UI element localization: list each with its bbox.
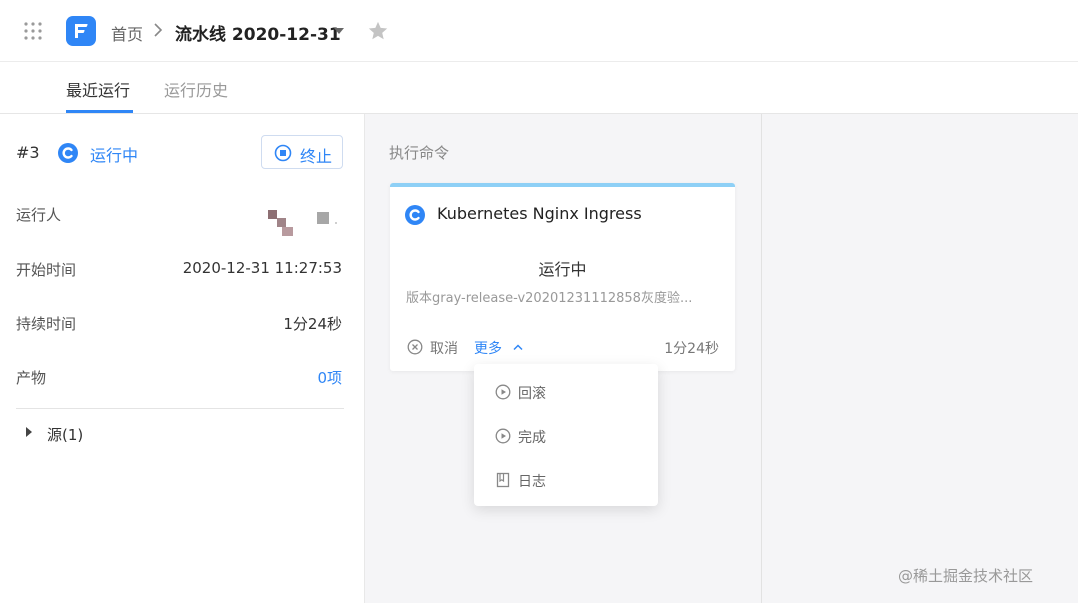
source-label: 源(1): [47, 426, 84, 444]
watermark: @稀土掘金技术社区: [898, 567, 1034, 585]
duration-value: 1分24秒: [283, 315, 342, 333]
runner-label: 运行人: [16, 206, 62, 224]
runner-avatar: [268, 210, 337, 236]
stage-title: 执行命令: [389, 144, 450, 162]
start-time-value: 2020-12-31 11:27:53: [182, 259, 342, 277]
card-status-bar: [390, 183, 735, 187]
caret-right-icon: [26, 427, 32, 437]
duration-label: 持续时间: [16, 315, 77, 333]
run-status: 运行中: [90, 146, 139, 165]
more-dropdown-menu: 回滚 完成 日志: [474, 364, 658, 506]
run-number: #3: [16, 143, 40, 162]
breadcrumb-current[interactable]: 流水线 2020-12-31: [175, 20, 341, 45]
tab-bar: 最近运行 运行历史: [0, 62, 1078, 114]
app-grid-icon[interactable]: [24, 22, 42, 40]
menu-item-label: 完成: [518, 430, 546, 446]
task-duration: 1分24秒: [664, 341, 719, 357]
task-status: 运行中: [538, 260, 587, 279]
stop-button-label: 终止: [300, 147, 333, 166]
empty-panel: [762, 114, 1078, 603]
menu-item-complete[interactable]: 完成: [474, 418, 658, 454]
play-circle-icon: [495, 428, 511, 444]
cancel-button[interactable]: 取消: [430, 338, 458, 358]
star-icon[interactable]: [367, 20, 389, 42]
run-info-panel: #3 运行中 终止 运行人 开始时间 2020-12-31 11:27:53 持…: [0, 114, 365, 603]
menu-item-logs[interactable]: 日志: [474, 462, 658, 498]
running-status-icon: [58, 143, 78, 163]
start-time-label: 开始时间: [16, 261, 77, 279]
artifacts-label: 产物: [16, 369, 47, 387]
divider: [16, 408, 344, 409]
stage-panel: 执行命令 Kubernetes Nginx Ingress 运行中 版本gray…: [365, 114, 762, 603]
menu-item-label: 日志: [518, 474, 546, 490]
stop-button[interactable]: 终止: [261, 135, 343, 169]
flow-logo-icon: [75, 24, 88, 38]
more-button[interactable]: 更多: [474, 338, 502, 358]
stop-circle-icon: [274, 144, 292, 162]
app-logo[interactable]: [66, 16, 96, 46]
breadcrumb-home[interactable]: 首页: [111, 21, 143, 45]
task-title: Kubernetes Nginx Ingress: [437, 204, 642, 223]
task-card[interactable]: Kubernetes Nginx Ingress 运行中 版本gray-rele…: [390, 183, 735, 371]
play-circle-icon: [495, 384, 511, 400]
tab-recent-runs[interactable]: 最近运行: [66, 77, 130, 101]
active-tab-indicator: [66, 110, 133, 113]
chevron-right-icon: [154, 23, 163, 37]
task-version: 版本gray-release-v20201231112858灰度验...: [406, 291, 693, 306]
artifacts-link[interactable]: 0项: [317, 367, 342, 388]
document-icon: [496, 472, 510, 488]
chevron-up-icon[interactable]: [512, 343, 524, 351]
caret-down-icon[interactable]: [333, 27, 345, 35]
tab-run-history[interactable]: 运行历史: [164, 77, 228, 101]
menu-item-label: 回滚: [518, 386, 546, 402]
cancel-circle-icon[interactable]: [407, 339, 423, 355]
running-status-icon: [405, 205, 425, 225]
menu-item-rollback[interactable]: 回滚: [474, 374, 658, 410]
top-bar: 首页 流水线 2020-12-31: [0, 0, 1078, 62]
